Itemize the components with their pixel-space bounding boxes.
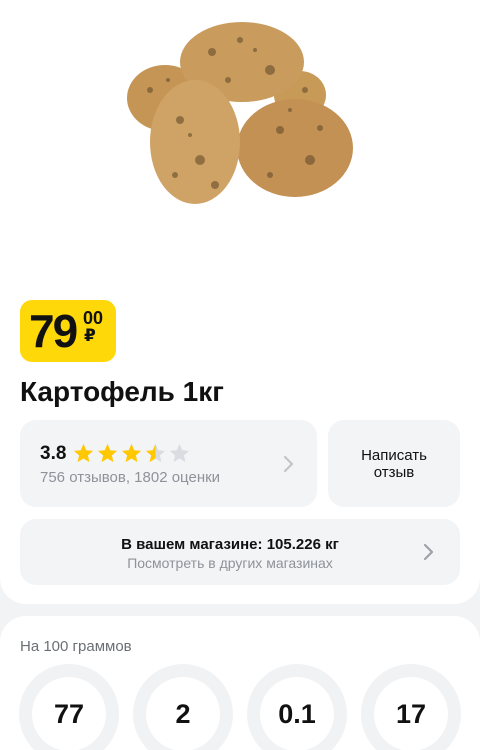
product-title: Картофель 1кг xyxy=(20,376,224,407)
chevron-right-icon xyxy=(283,455,294,473)
price-currency: ₽ xyxy=(84,326,96,345)
rating-card[interactable]: 3.8 756 отзывов, 1802 оценки xyxy=(20,420,317,507)
price-fraction: 00 xyxy=(83,308,104,328)
star-icon xyxy=(73,443,94,463)
star-icon xyxy=(169,443,190,463)
star-icon xyxy=(97,443,118,463)
nutrition-circle: 17 xyxy=(361,664,461,750)
nutrition-value: 0.1 xyxy=(260,677,334,750)
nutrition-caption: На 100 граммов xyxy=(20,638,132,655)
product-image xyxy=(127,22,353,204)
store-availability: В вашем магазине: 105.226 кг xyxy=(121,536,339,553)
nutrition-circle: 0.1 xyxy=(247,664,347,750)
price-integer: 79 xyxy=(29,305,78,357)
rating-stars xyxy=(72,442,191,464)
write-review-button[interactable]: Написать отзыв xyxy=(328,420,460,507)
nutrition-value: 2 xyxy=(146,677,220,750)
reviews-count: 756 отзывов, 1802 оценки xyxy=(40,469,221,486)
write-review-label: Написать отзыв xyxy=(361,446,427,481)
rating-value: 3.8 xyxy=(40,443,67,464)
other-stores-link[interactable]: Посмотреть в других магазинах xyxy=(20,555,440,572)
price-badge: 79 00 ₽ xyxy=(20,300,116,362)
store-availability-card[interactable]: В вашем магазине: 105.226 кг Посмотреть … xyxy=(20,519,460,585)
nutrition-circle: 2 xyxy=(133,664,233,750)
product-card: 79 00 ₽ Картофель 1кг 3.8 756 отзывов, 1… xyxy=(0,0,480,604)
nutrition-value: 77 xyxy=(32,677,106,750)
nutrition-card: На 100 граммов 77 2 0.1 17 xyxy=(0,616,480,750)
star-icon xyxy=(121,443,142,463)
nutrition-circle: 77 xyxy=(19,664,119,750)
chevron-right-icon xyxy=(423,543,434,561)
star-icon xyxy=(145,443,166,463)
nutrition-value: 17 xyxy=(374,677,448,750)
